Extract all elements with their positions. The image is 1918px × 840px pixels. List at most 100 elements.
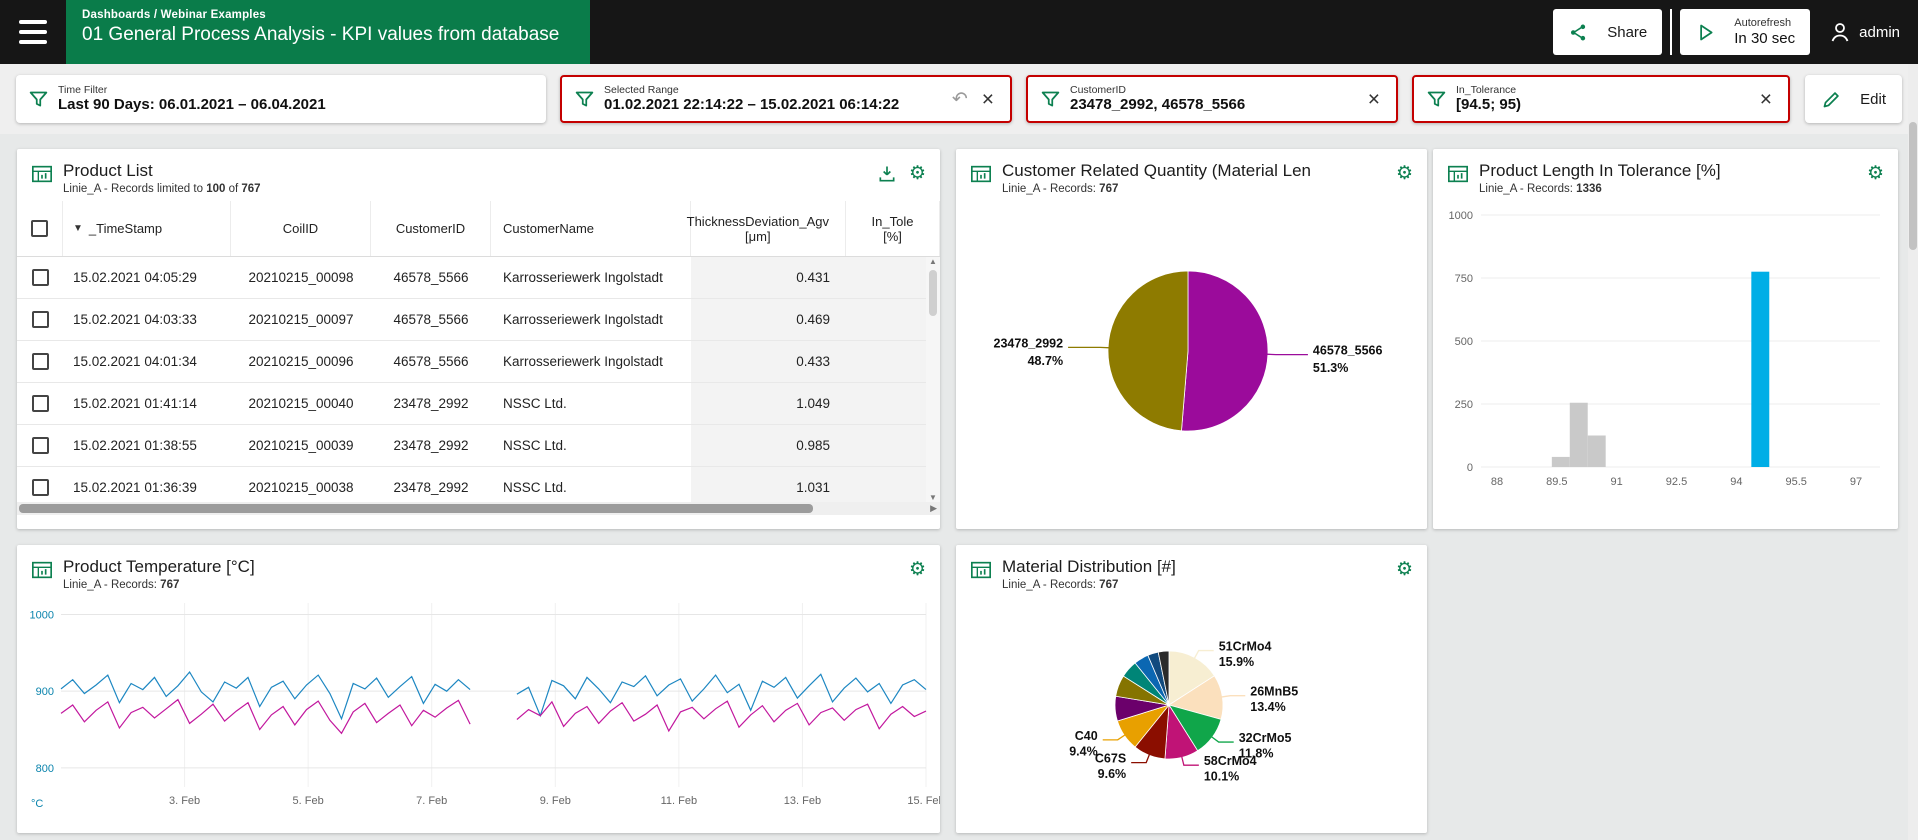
table-row[interactable]: 15.02.2021 01:36:3920210215_0003823478_2… <box>17 467 940 502</box>
col-timestamp[interactable]: ▼_TimeStamp <box>63 201 231 256</box>
page-scrollbar[interactable] <box>1908 64 1918 840</box>
table-chart-icon <box>31 559 53 581</box>
menu-icon[interactable] <box>0 0 66 64</box>
svg-text:0: 0 <box>1467 462 1473 474</box>
close-icon[interactable]: × <box>978 89 998 110</box>
filter-value: 01.02.2021 22:14:22 – 15.02.2021 06:14:2… <box>604 96 899 114</box>
scroll-up-icon[interactable]: ▲ <box>929 257 937 266</box>
col-coilid[interactable]: CoilID <box>231 201 371 256</box>
row-checkbox[interactable] <box>32 353 49 370</box>
close-icon[interactable]: × <box>1756 89 1776 110</box>
share-button[interactable]: Share <box>1553 9 1662 55</box>
gear-icon[interactable]: ⚙ <box>1867 163 1884 185</box>
table-row[interactable]: 15.02.2021 01:38:5520210215_0003923478_2… <box>17 425 940 467</box>
svg-text:95.5: 95.5 <box>1785 476 1806 488</box>
table-row[interactable]: 15.02.2021 01:41:1420210215_0004023478_2… <box>17 383 940 425</box>
customerid-cell: 46578_5566 <box>371 299 491 340</box>
filter-label: Selected Range <box>604 84 899 97</box>
svg-text:88: 88 <box>1491 476 1503 488</box>
panel-subtitle: Linie_A - Records: 767 <box>1002 183 1396 195</box>
customername-cell: Karrosseriewerk Ingolstadt <box>491 299 691 340</box>
scrollbar-thumb[interactable] <box>19 504 813 513</box>
breadcrumb: Dashboards / Webinar Examples <box>82 9 574 21</box>
row-checkbox[interactable] <box>32 479 49 496</box>
customername-cell: NSSC Ltd. <box>491 425 691 466</box>
temperature-line-chart[interactable]: 3. Feb5. Feb7. Feb9. Feb11. Feb13. Feb15… <box>17 595 940 813</box>
in-tolerance-chip[interactable]: In_Tolerance [94.5; 95) × <box>1412 75 1790 123</box>
table-chart-icon <box>970 559 992 581</box>
row-checkbox[interactable] <box>32 269 49 286</box>
coilid-cell: 20210215_00040 <box>231 383 371 424</box>
gear-icon[interactable]: ⚙ <box>1396 559 1413 581</box>
customer-id-chip[interactable]: CustomerID 23478_2992, 46578_5566 × <box>1026 75 1398 123</box>
share-label: Share <box>1607 24 1647 41</box>
col-thickness[interactable]: ThicknessDeviation_Agv [μm] <box>691 201 846 256</box>
svg-text:9. Feb: 9. Feb <box>540 795 571 807</box>
panel-title: Material Distribution [#] <box>1002 557 1396 577</box>
scroll-right-icon[interactable]: ▶ <box>930 503 937 514</box>
table-chart-icon <box>1447 163 1469 185</box>
panel-subtitle: Linie_A - Records: 1336 <box>1479 183 1867 195</box>
svg-text:7. Feb: 7. Feb <box>416 795 447 807</box>
autorefresh-value: In 30 sec <box>1734 30 1795 47</box>
customerid-cell: 23478_2992 <box>371 425 491 466</box>
thickness-cell: 0.985 <box>691 425 846 466</box>
svg-text:1000: 1000 <box>30 610 54 622</box>
svg-text:89.5: 89.5 <box>1546 476 1567 488</box>
svg-text:94: 94 <box>1730 476 1742 488</box>
coilid-cell: 20210215_00039 <box>231 425 371 466</box>
svg-text:800: 800 <box>36 763 54 775</box>
scroll-down-icon[interactable]: ▼ <box>929 493 937 502</box>
gear-icon[interactable]: ⚙ <box>909 559 926 581</box>
dashboard-title-block: Dashboards / Webinar Examples 01 General… <box>66 0 590 64</box>
user-name: admin <box>1859 24 1900 41</box>
download-icon[interactable] <box>877 164 897 184</box>
tolerance-histogram[interactable]: 025050075010008889.59192.59495.597 <box>1433 199 1898 501</box>
select-all-checkbox[interactable] <box>31 220 48 237</box>
user-menu[interactable]: admin <box>1828 20 1900 44</box>
svg-text:92.5: 92.5 <box>1666 476 1687 488</box>
autorefresh-button[interactable]: Autorefresh In 30 sec <box>1680 9 1810 55</box>
gear-icon[interactable]: ⚙ <box>1396 163 1413 185</box>
customer-quantity-pie-chart[interactable]: 46578_556651.3%23478_299248.7% <box>956 199 1427 501</box>
panel-subtitle: Linie_A - Records limited to 100 of 767 <box>63 183 877 195</box>
row-checkbox[interactable] <box>32 395 49 412</box>
edit-button[interactable]: Edit <box>1805 75 1902 123</box>
table-vertical-scrollbar[interactable]: ▲ ▼ <box>926 257 940 502</box>
dashboard-app: Dashboards / Webinar Examples 01 General… <box>0 0 1918 840</box>
col-intolerance[interactable]: In_Tole [%] <box>846 201 940 256</box>
thickness-cell: 0.431 <box>691 257 846 298</box>
share-icon <box>1568 22 1589 43</box>
filter-bar: Time Filter Last 90 Days: 06.01.2021 – 0… <box>0 64 1918 134</box>
gear-icon[interactable]: ⚙ <box>909 163 926 185</box>
filter-icon <box>28 89 49 110</box>
row-checkbox[interactable] <box>32 311 49 328</box>
panel-subtitle: Linie_A - Records: 767 <box>1002 579 1396 591</box>
close-icon[interactable]: × <box>1364 89 1384 110</box>
time-filter-chip[interactable]: Time Filter Last 90 Days: 06.01.2021 – 0… <box>16 75 546 123</box>
panel-title: Product Temperature [°C] <box>63 557 909 577</box>
page-title: 01 General Process Analysis - KPI values… <box>82 24 574 46</box>
thickness-cell: 0.469 <box>691 299 846 340</box>
filter-value: Last 90 Days: 06.01.2021 – 06.04.2021 <box>58 96 326 114</box>
svg-text:23478_299248.7%: 23478_299248.7% <box>994 336 1064 368</box>
table-row[interactable]: 15.02.2021 04:05:2920210215_0009846578_5… <box>17 257 940 299</box>
material-pie-chart[interactable]: 51CrMo415.9%26MnB513.4%32CrMo511.8%58CrM… <box>956 595 1427 817</box>
edit-label: Edit <box>1860 91 1886 108</box>
undo-icon[interactable]: ↶ <box>952 90 968 109</box>
scrollbar-thumb[interactable] <box>1909 122 1917 250</box>
row-checkbox[interactable] <box>32 437 49 454</box>
table-row[interactable]: 15.02.2021 04:01:3420210215_0009646578_5… <box>17 341 940 383</box>
svg-text:3. Feb: 3. Feb <box>169 795 200 807</box>
table-row[interactable]: 15.02.2021 04:03:3320210215_0009746578_5… <box>17 299 940 341</box>
top-right-controls: Share Autorefresh In 30 sec admin <box>1553 9 1918 55</box>
col-customername[interactable]: CustomerName <box>491 201 691 256</box>
svg-text:91: 91 <box>1611 476 1623 488</box>
customer-quantity-panel: Customer Related Quantity (Material Len … <box>956 149 1427 529</box>
product-list-panel: Product List Linie_A - Records limited t… <box>17 149 940 529</box>
divider <box>1670 9 1672 55</box>
table-horizontal-scrollbar[interactable]: ▶ <box>17 502 940 515</box>
col-customerid[interactable]: CustomerID <box>371 201 491 256</box>
panel-title: Product List <box>63 161 877 181</box>
selected-range-chip[interactable]: Selected Range 01.02.2021 22:14:22 – 15.… <box>560 75 1012 123</box>
